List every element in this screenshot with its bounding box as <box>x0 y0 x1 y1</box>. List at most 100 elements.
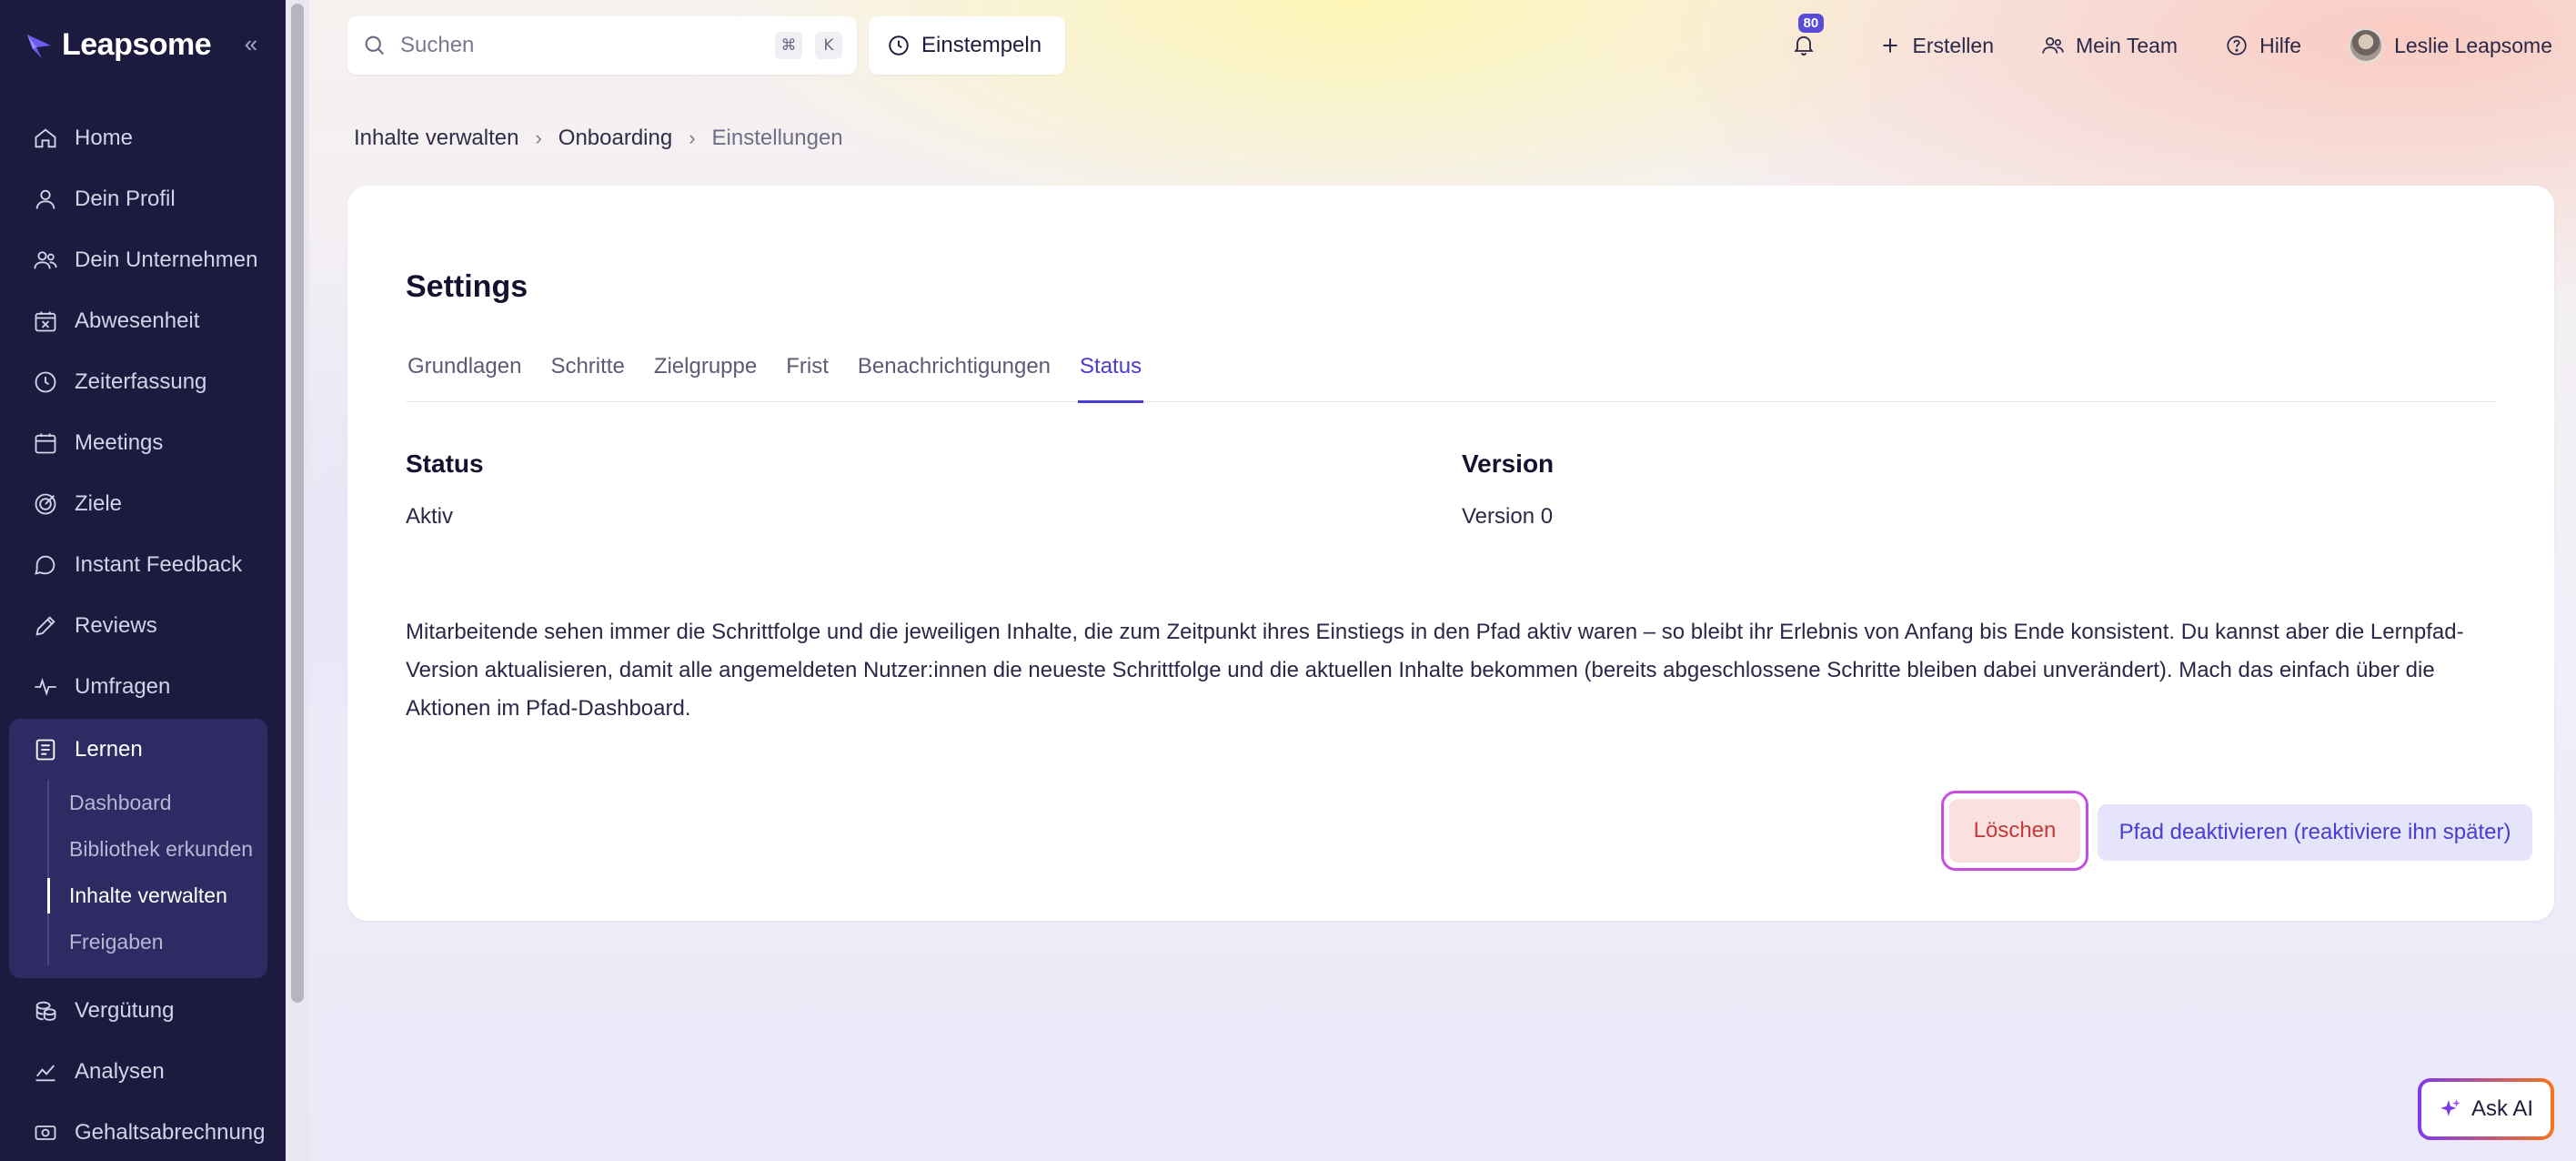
deactivate-path-button[interactable]: Pfad deaktivieren (reaktiviere ihn späte… <box>2098 804 2532 861</box>
main-area: ⌘ K Einstempeln 80 Erstellen Mein Team H… <box>309 0 2576 1161</box>
search-input[interactable] <box>400 33 762 58</box>
notifications-button[interactable]: 80 <box>1791 14 1825 59</box>
sidebar-item-label: Dein Profil <box>75 186 176 211</box>
learn-subnav: Dashboard Bibliothek erkunden Inhalte ve… <box>36 780 267 965</box>
logo-text: Leapsome <box>62 27 212 62</box>
clock-in-label: Einstempeln <box>921 33 1042 57</box>
sidebar-item-label: Home <box>75 125 134 150</box>
breadcrumb: Inhalte verwalten › Onboarding › Einstel… <box>354 126 843 151</box>
sidebar-item-analytics[interactable]: Analysen <box>9 1041 267 1102</box>
delete-button[interactable]: Löschen <box>1941 791 2088 871</box>
logo[interactable]: Leapsome <box>24 27 212 63</box>
sidebar-item-label: Gehaltsabrechnung <box>75 1119 266 1145</box>
breadcrumb-item-onboarding[interactable]: Onboarding <box>558 126 672 151</box>
sidebar-item-learn[interactable]: Lernen <box>9 719 267 780</box>
clock-in-button[interactable]: Einstempeln <box>869 16 1066 75</box>
calendar-icon <box>35 433 56 453</box>
user-name: Leslie Leapsome <box>2394 33 2552 57</box>
sidebar-item-label: Analysen <box>75 1058 165 1084</box>
breadcrumb-item-settings: Einstellungen <box>711 126 843 150</box>
sidebar-item-profile[interactable]: Dein Profil <box>9 168 267 229</box>
notification-count-badge: 80 <box>1797 14 1825 33</box>
collapse-sidebar-icon[interactable]: « <box>238 31 264 56</box>
tab-notifications[interactable]: Benachrichtigungen <box>858 338 1051 402</box>
bell-icon <box>1793 35 1814 56</box>
sidebar-item-label: Instant Feedback <box>75 551 243 577</box>
shortcut-k-key: K <box>815 32 842 59</box>
target-icon <box>35 493 56 514</box>
leapsome-logo-icon <box>27 34 51 58</box>
coins-icon <box>35 1001 56 1021</box>
clock-icon <box>35 371 56 392</box>
sidebar-item-label: Reviews <box>75 612 157 638</box>
settings-card: Settings Grundlagen Schritte Zielgruppe … <box>347 186 2554 921</box>
pen-icon <box>35 615 55 636</box>
home-icon <box>35 127 56 147</box>
sidebar-scrollbar[interactable] <box>286 0 309 1161</box>
book-icon <box>35 739 55 760</box>
sidebar-item-surveys[interactable]: Umfragen <box>9 656 267 717</box>
search-bar[interactable]: ⌘ K <box>347 16 857 75</box>
calendar-x-icon <box>35 311 56 331</box>
version-value: Version 0 <box>1462 504 1554 529</box>
my-team-button[interactable]: Mein Team <box>2041 34 2178 58</box>
topbar-actions: 80 Erstellen Mein Team Hilfe Leslie Leap… <box>1791 14 2552 75</box>
sidebar-item-reviews[interactable]: Reviews <box>9 595 267 656</box>
tab-audience[interactable]: Zielgruppe <box>654 338 757 402</box>
my-team-label: Mein Team <box>2076 33 2179 57</box>
help-button[interactable]: Hilfe <box>2225 34 2301 58</box>
status-description: Mitarbeitende sehen immer die Schrittfol… <box>406 620 2464 721</box>
sidebar-item-home[interactable]: Home <box>9 107 267 168</box>
sidebar-nav: Home Dein Profil Dein Unternehmen Abwese… <box>9 107 267 1161</box>
chevron-right-icon: › <box>535 126 542 149</box>
sidebar-group-learn: Lernen Dashboard Bibliothek erkunden Inh… <box>9 719 267 978</box>
sparkle-icon <box>2440 1099 2460 1116</box>
money-icon <box>35 1125 56 1140</box>
users-icon <box>34 250 57 268</box>
tab-basics[interactable]: Grundlagen <box>408 338 521 402</box>
sidebar-scrollbar-thumb[interactable] <box>291 4 304 1003</box>
ask-ai-label: Ask AI <box>2470 1096 2534 1121</box>
sidebar-item-payroll[interactable]: Gehaltsabrechnung <box>9 1102 267 1161</box>
user-menu[interactable]: Leslie Leapsome <box>2349 28 2552 63</box>
tab-deadline[interactable]: Frist <box>786 338 829 402</box>
sidebar-item-meetings[interactable]: Meetings <box>9 412 267 473</box>
sidebar-item-label: Abwesenheit <box>75 308 200 333</box>
subnav-item-dashboard[interactable]: Dashboard <box>36 780 267 826</box>
search-icon <box>365 35 385 56</box>
team-icon <box>2042 37 2064 54</box>
create-button[interactable]: Erstellen <box>1878 34 1994 58</box>
sidebar-item-label: Umfragen <box>75 673 171 699</box>
sidebar-item-instant-feedback[interactable]: Instant Feedback <box>9 534 267 595</box>
clock-icon <box>889 35 909 56</box>
subnav-item-library[interactable]: Bibliothek erkunden <box>36 826 267 873</box>
version-heading: Version <box>1462 449 1555 478</box>
status-value: Aktiv <box>406 504 454 529</box>
create-label: Erstellen <box>1912 33 1994 57</box>
sidebar-item-label: Vergütung <box>75 997 175 1023</box>
sidebar-item-label: Zeiterfassung <box>75 368 207 394</box>
subnav-item-manage-content[interactable]: Inhalte verwalten <box>36 873 267 919</box>
help-label: Hilfe <box>2259 33 2302 57</box>
chat-icon <box>35 555 55 575</box>
chevron-right-icon: › <box>689 126 696 149</box>
subnav-item-approvals[interactable]: Freigaben <box>36 919 267 965</box>
status-heading: Status <box>406 449 484 478</box>
user-icon <box>35 189 55 209</box>
sidebar-item-compensation[interactable]: Vergütung <box>9 980 267 1041</box>
ask-ai-button[interactable]: Ask AI <box>2418 1078 2554 1140</box>
help-icon <box>2227 35 2247 56</box>
sidebar-item-absence[interactable]: Abwesenheit <box>9 290 267 351</box>
sidebar-item-label: Ziele <box>75 490 123 516</box>
settings-tabs: Grundlagen Schritte Zielgruppe Frist Ben… <box>406 338 2496 403</box>
sidebar-item-company[interactable]: Dein Unternehmen <box>9 229 267 290</box>
delete-label: Löschen <box>1949 799 2080 863</box>
sidebar-item-time-tracking[interactable]: Zeiterfassung <box>9 351 267 412</box>
avatar <box>2349 28 2384 63</box>
chart-icon <box>35 1064 55 1081</box>
sidebar-item-goals[interactable]: Ziele <box>9 473 267 534</box>
breadcrumb-item-manage-content[interactable]: Inhalte verwalten <box>354 126 518 151</box>
tab-status[interactable]: Status <box>1078 338 1144 403</box>
pulse-icon <box>35 677 56 696</box>
tab-steps[interactable]: Schritte <box>550 338 624 402</box>
